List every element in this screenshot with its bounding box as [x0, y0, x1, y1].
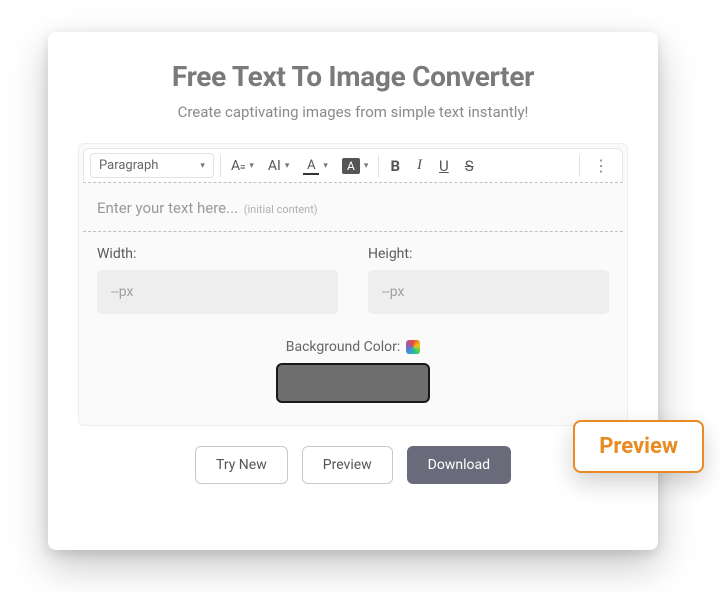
chevron-down-icon: ▾ — [200, 161, 205, 171]
width-field-group: Width: — [97, 246, 338, 314]
italic-button[interactable]: I — [411, 157, 428, 174]
background-color-swatch[interactable] — [276, 363, 430, 403]
page-title: Free Text To Image Converter — [78, 60, 628, 93]
action-row: Try New Preview Download — [78, 446, 628, 484]
font-color-icon: A — [303, 158, 319, 173]
text-editor[interactable]: Enter your text here... (initial content… — [83, 183, 623, 232]
chevron-down-icon: ▾ — [249, 161, 254, 171]
preview-button[interactable]: Preview — [302, 446, 393, 484]
paragraph-select[interactable]: Paragraph ▾ — [90, 153, 214, 178]
highlight-button[interactable]: A ▾ — [338, 155, 373, 177]
bold-button[interactable]: B — [385, 157, 405, 175]
width-label: Width: — [97, 246, 338, 262]
download-button[interactable]: Download — [407, 446, 511, 484]
try-new-button[interactable]: Try New — [195, 446, 288, 484]
dimensions-row: Width: Height: — [79, 232, 627, 314]
toolbar-divider — [579, 155, 580, 177]
font-color-button[interactable]: A ▾ — [299, 155, 332, 176]
editor-hint: (initial content) — [244, 203, 318, 216]
height-label: Height: — [368, 246, 609, 262]
color-picker-icon — [406, 340, 420, 354]
editor-panel: Paragraph ▾ A≡ ▾ AI ▾ A ▾ A ▾ B I — [78, 143, 628, 426]
highlight-icon: A — [342, 158, 360, 174]
font-size-icon: AI — [268, 158, 281, 174]
strike-button[interactable]: S — [460, 157, 479, 175]
underline-button[interactable]: U — [434, 157, 454, 175]
app-card: Free Text To Image Converter Create capt… — [48, 32, 658, 550]
height-input[interactable] — [368, 270, 609, 314]
toolbar-divider — [378, 155, 379, 177]
more-options-button[interactable]: ⋮ — [586, 156, 616, 175]
background-color-group: Background Color: — [79, 336, 627, 403]
chevron-down-icon: ▾ — [364, 161, 369, 171]
chevron-down-icon: ▾ — [285, 161, 290, 171]
paragraph-select-label: Paragraph — [99, 158, 158, 173]
editor-placeholder: Enter your text here... — [97, 199, 238, 217]
font-family-icon: A≡ — [231, 158, 245, 174]
chevron-down-icon: ▾ — [323, 161, 328, 171]
font-family-button[interactable]: A≡ ▾ — [227, 155, 258, 177]
font-size-button[interactable]: AI ▾ — [264, 155, 293, 177]
height-field-group: Height: — [368, 246, 609, 314]
width-input[interactable] — [97, 270, 338, 314]
background-color-label: Background Color: — [286, 339, 421, 355]
page-subtitle: Create captivating images from simple te… — [78, 103, 628, 121]
editor-toolbar: Paragraph ▾ A≡ ▾ AI ▾ A ▾ A ▾ B I — [83, 148, 623, 183]
preview-badge: Preview — [573, 420, 704, 473]
toolbar-divider — [220, 155, 221, 177]
